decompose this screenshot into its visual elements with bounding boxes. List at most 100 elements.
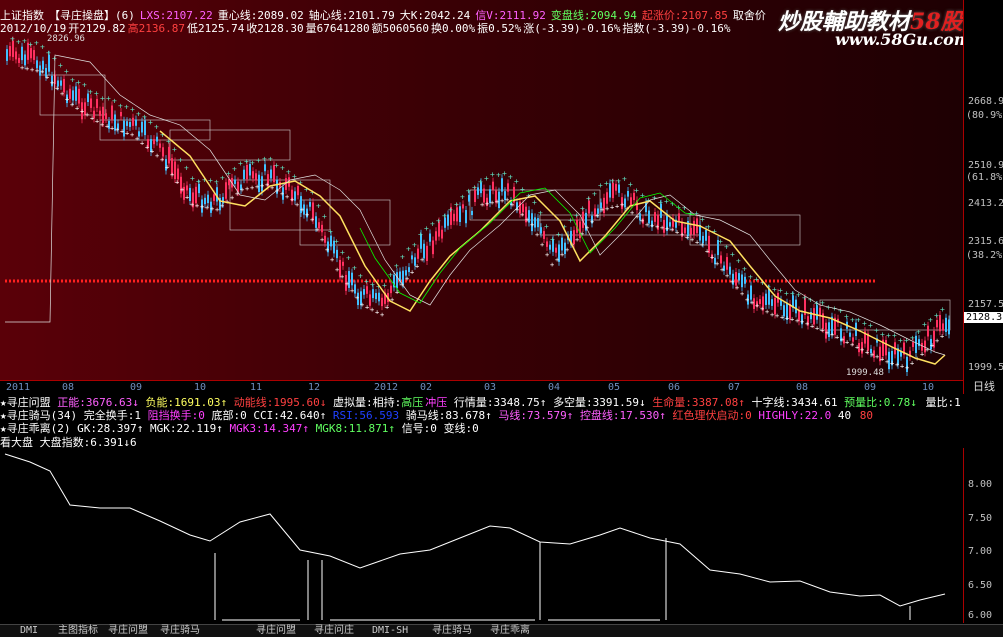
cross-marker-white: + [750,299,754,307]
candle-body [189,187,191,202]
cross-marker: + [922,320,927,329]
cross-marker: + [532,198,537,207]
cross-marker: + [244,157,249,166]
mgk-value: MGK:22.119↑ [149,422,223,435]
candle-body [540,227,542,234]
cross-marker: + [262,155,267,164]
cross-marker: + [256,156,261,165]
tab-wenzhuang[interactable]: 寻庄问庄 [314,625,354,637]
candle-body [618,184,620,193]
cross-marker: + [334,237,339,246]
tab-qima-2[interactable]: 寻庄骑马 [432,625,472,637]
cross-marker-white: + [420,256,424,264]
cross-marker: + [442,211,447,220]
indicator-row-guaili[interactable]: ★寻庄乖离(2) GK:28.397↑ MGK:22.119↑ MGK3:14.… [0,422,963,435]
cross-marker-white: + [310,216,314,224]
cross-marker: + [634,186,639,195]
main-chart-panel[interactable]: + + + + + + + + + + + + + + + + + + + + + + + + + + + + + + + + + + + + + + + +… [0,0,963,380]
cross-marker: + [28,40,33,49]
cross-marker-white: + [530,221,534,229]
indicator-tab[interactable]: 【寻庄操盘】 [49,9,115,22]
cross-marker: + [844,312,849,321]
indicator-row-qima[interactable]: ★寻庄骑马(34) 完全换手:1 阻挡换手:0 底部:0 CCI:42.640↑… [0,409,963,422]
cross-marker-white: + [690,236,694,244]
cross-marker-white: + [215,206,219,214]
tab-guaili[interactable]: 寻庄乖离 [490,625,530,637]
candle-body [366,286,368,294]
cross-marker-white: + [380,311,384,319]
candle-body [942,323,944,331]
cross-marker-white: + [135,135,139,143]
cross-marker-white: + [565,246,569,254]
level-40: 40 [837,409,852,422]
cross-marker: + [838,306,843,315]
candle-body [684,227,686,234]
mgk8-value: MGK8:11.871↑ [315,422,396,435]
cross-marker-white: + [30,66,34,74]
gaoya-label: 高压 [401,396,424,409]
cross-marker: + [454,200,459,209]
tab-qima[interactable]: 寻庄骑马 [160,625,200,637]
dibu-value: 底部:0 [211,409,247,422]
period-button[interactable]: 日线 [963,380,1003,394]
lower-axis-label: 7.00 [968,546,993,557]
date-label: 04 [548,382,561,393]
tab-wenmeng-2[interactable]: 寻庄问盟 [256,625,296,637]
indicator-name[interactable]: ★寻庄骑马 [0,409,51,422]
candle-body [246,164,248,180]
cross-marker: + [94,89,99,98]
cross-marker: + [34,39,39,48]
lower-indicator-panel[interactable] [0,448,963,623]
cross-marker-white: + [715,260,719,268]
cross-marker-white: + [85,111,89,119]
cross-marker: + [484,174,489,183]
cross-marker-white: + [800,318,804,326]
dapan-line [4,453,946,607]
cross-marker-white: + [350,287,354,295]
candle-body [396,272,398,289]
candle-body [375,293,377,300]
cross-marker: + [850,315,855,324]
tab-wenmeng[interactable]: 寻庄问盟 [108,625,148,637]
cross-marker: + [394,261,399,270]
cross-marker: + [742,264,747,273]
indicator-name[interactable]: ★寻庄乖离 [0,422,51,435]
candle-body [462,204,464,209]
cross-marker-white: + [930,342,934,350]
cross-marker-white: + [880,356,884,364]
cross-marker-white: + [195,202,199,210]
candle-body [378,292,380,302]
candle-body [453,213,455,222]
candle-body [60,80,62,86]
date-label: 2012 [374,382,399,393]
cross-marker: + [340,248,345,257]
indicator-row-wenmeng[interactable]: ★寻庄问盟 正能:3676.63↓ 负能:1691.03↑ 动能线:1995.6… [0,396,963,409]
cross-marker: + [616,177,621,186]
tab-main[interactable]: 主图指标 [58,625,98,637]
cross-marker-white: + [840,336,844,344]
cross-marker-white: + [385,304,389,312]
cross-marker-white: + [745,296,749,304]
xinhao-value: 信号:0 [401,422,437,435]
cross-marker-white: + [910,360,914,368]
candle-body [501,178,503,192]
index-name[interactable]: 上证指数 [0,9,44,22]
cross-marker-white: + [120,128,124,136]
dapan-line-chart[interactable] [0,448,963,623]
candlestick-chart[interactable]: + + + + + ++++++ + ++ ++ + ++ + ++ +++++++++ + + + + ++ ++ +… [0,0,963,380]
tab-dmi[interactable]: DMI [20,625,38,637]
cross-marker: + [784,289,789,298]
candle-body [96,98,98,108]
cross-marker: + [490,170,495,179]
candle-body [33,50,35,60]
cross-marker-white: + [105,123,109,131]
bar-volume: 量67641280 [305,22,370,35]
candle-body [537,218,539,228]
indicator-name[interactable]: ★寻庄问盟 [0,396,51,409]
cross-marker-white: + [830,331,834,339]
highly-value: HIGHLY:22.0 [758,409,832,422]
shengming-value: 生命量:3387.08↑ [652,396,745,409]
bar-amount: 额5060560 [371,22,430,35]
cross-marker: + [316,202,321,211]
tab-dmi-sh[interactable]: DMI-SH [372,625,408,637]
